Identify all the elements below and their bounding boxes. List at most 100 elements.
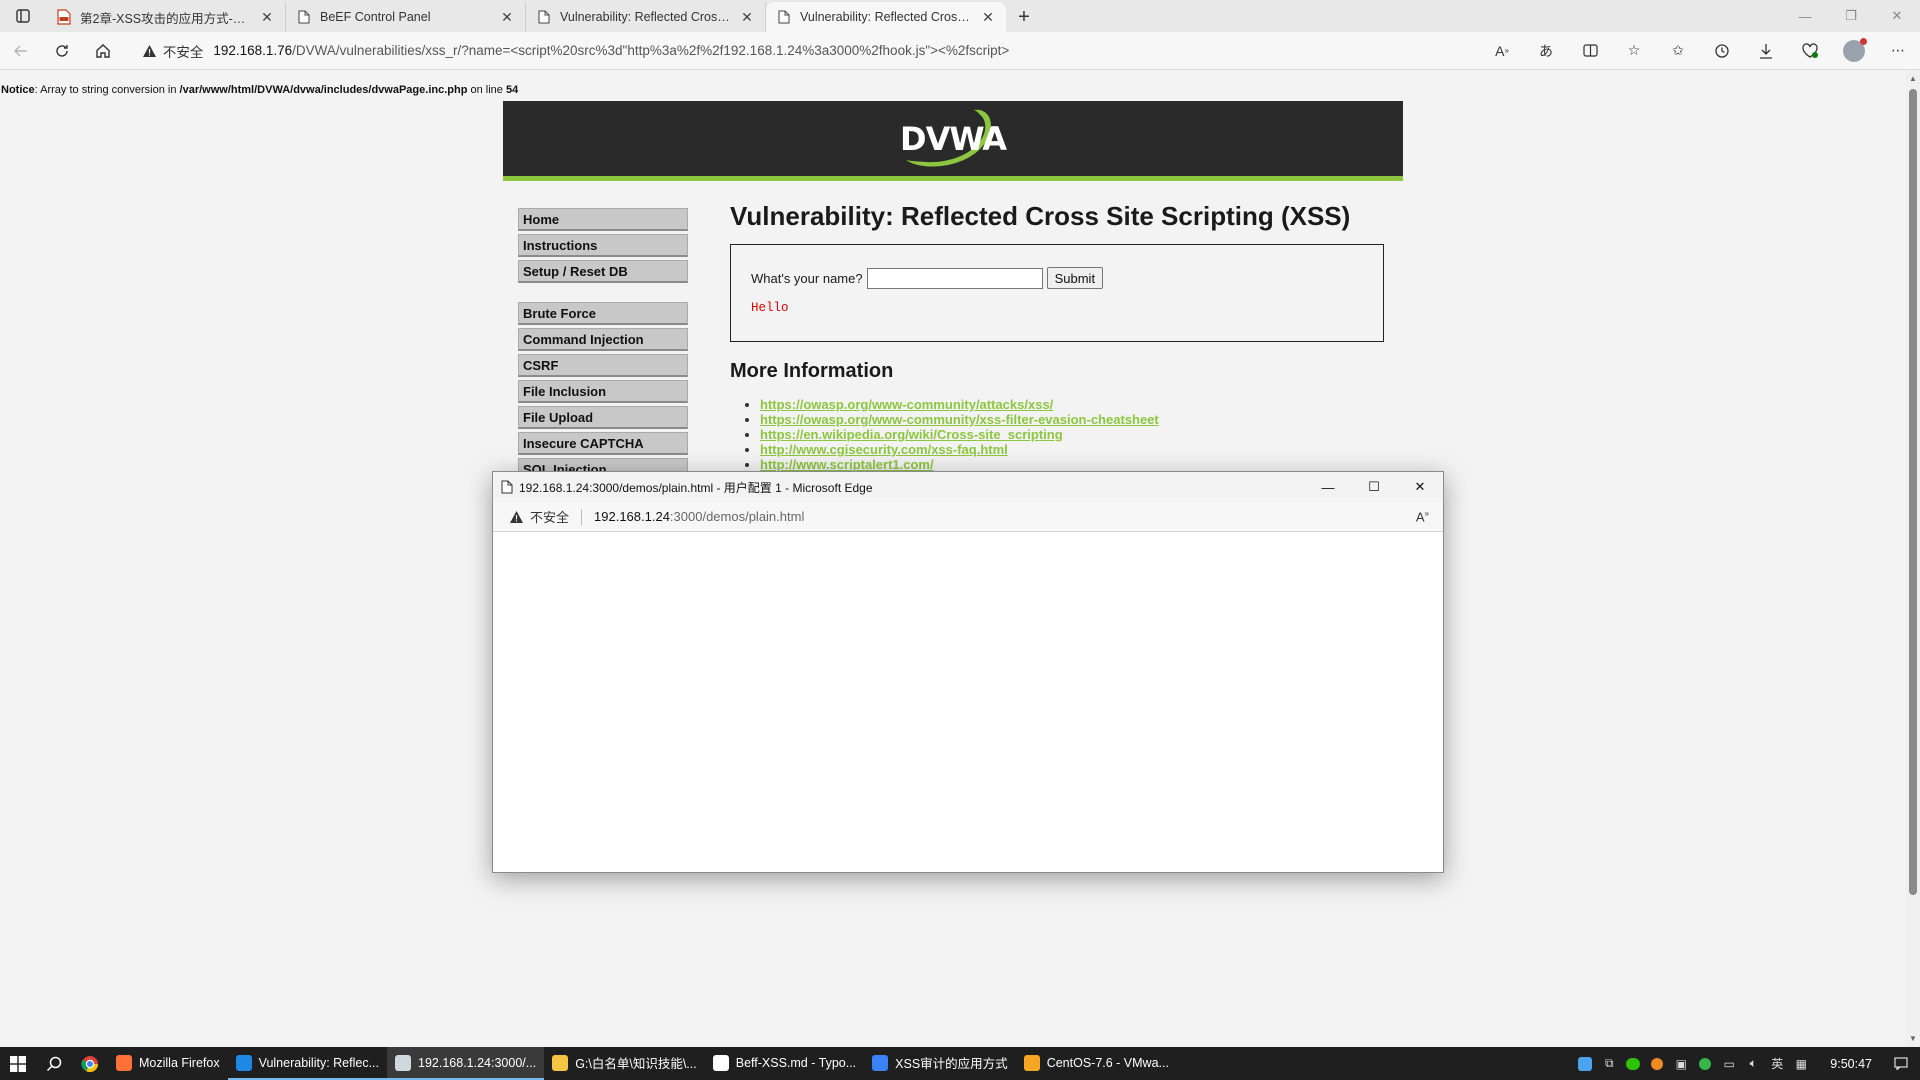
tab-close-icon[interactable]: ✕ xyxy=(980,9,996,25)
windows-logo-icon xyxy=(10,1055,26,1072)
volume-icon[interactable]: 🔈︎ xyxy=(1744,1055,1762,1073)
taskbar-app-icon xyxy=(1023,1054,1040,1071)
start-button[interactable] xyxy=(0,1047,36,1080)
more-info-link[interactable]: https://owasp.org/www-community/attacks/… xyxy=(760,397,1053,412)
browser-tab-4[interactable]: Vulnerability: Reflected Cross Site… ✕ xyxy=(766,2,1006,32)
security-indicator[interactable]: 不安全 xyxy=(142,41,214,61)
back-button[interactable] xyxy=(0,34,41,68)
clock[interactable]: 9:50:47 xyxy=(1816,1057,1886,1071)
taskbar-app-7[interactable]: CentOS-7.6 - VMwa... xyxy=(1016,1047,1177,1080)
page-icon xyxy=(776,9,792,25)
taskbar-app-1[interactable]: Mozilla Firefox xyxy=(108,1047,228,1080)
taskbar-app-3[interactable]: 192.168.1.24:3000/... xyxy=(387,1047,545,1080)
settings-more-icon[interactable]: ⋯ xyxy=(1876,34,1920,68)
taskbar-search-button[interactable] xyxy=(36,1047,72,1080)
minimize-icon[interactable]: — xyxy=(1782,0,1828,32)
browser-tab-2[interactable]: BeEF Control Panel ✕ xyxy=(286,2,526,32)
more-info-link[interactable]: https://owasp.org/www-community/xss-filt… xyxy=(760,412,1159,427)
tray-app-icon-2[interactable]: ⧉ xyxy=(1600,1055,1618,1073)
wechat-icon[interactable] xyxy=(1624,1055,1642,1073)
taskbar-app-6[interactable]: XSS审计的应用方式 xyxy=(864,1047,1016,1080)
notice-message: : Array to string conversion in xyxy=(34,84,180,96)
scroll-up-icon[interactable]: ▲ xyxy=(1909,74,1917,84)
pdf-icon xyxy=(56,9,72,25)
scrollbar-thumb[interactable] xyxy=(1909,89,1917,895)
favorites-icon[interactable]: ✩ xyxy=(1656,34,1700,68)
taskbar-app-label: Beff-XSS.md - Typo... xyxy=(735,1055,857,1070)
taskbar-app-2[interactable]: Vulnerability: Reflec... xyxy=(227,1047,388,1080)
tab-close-icon[interactable]: ✕ xyxy=(499,9,515,25)
popup-maximize-icon[interactable]: ☐ xyxy=(1351,472,1397,502)
split-screen-icon[interactable] xyxy=(1568,34,1612,68)
ime-indicator[interactable]: 英 xyxy=(1768,1055,1786,1073)
scroll-down-icon[interactable]: ▼ xyxy=(1909,1034,1917,1044)
menu-item-home[interactable]: Home xyxy=(518,208,688,231)
menu-item-command-injection[interactable]: Command Injection xyxy=(518,328,688,351)
url-host: 192.168.1.76 xyxy=(213,43,293,58)
name-form: What's your name? Submit xyxy=(751,267,1363,289)
tab-title: Vulnerability: Reflected Cross Site… xyxy=(560,10,731,24)
popup-page-content xyxy=(493,532,1443,872)
menu-item-csrf[interactable]: CSRF xyxy=(518,354,688,377)
menu-item-brute-force[interactable]: Brute Force xyxy=(518,302,688,325)
taskbar-app-icon xyxy=(712,1054,729,1071)
translate-icon[interactable]: あ xyxy=(1524,34,1568,68)
page-icon xyxy=(501,480,513,494)
more-info-link[interactable]: https://en.wikipedia.org/wiki/Cross-site… xyxy=(760,427,1063,442)
menu-item-instructions[interactable]: Instructions xyxy=(518,234,688,257)
menu-item-file-inclusion[interactable]: File Inclusion xyxy=(518,380,688,403)
address-bar[interactable]: 不安全 192.168.1.76/DVWA/vulnerabilities/xs… xyxy=(128,36,1480,66)
profile-avatar[interactable] xyxy=(1832,34,1876,68)
download-icon[interactable] xyxy=(1744,34,1788,68)
chrome-pinned-icon[interactable] xyxy=(72,1047,108,1080)
more-info-link[interactable]: http://www.scriptalert1.com/ xyxy=(760,457,934,472)
notice-path: /var/www/html/DVWA/dvwa/includes/dvwaPag… xyxy=(179,84,468,96)
submit-button[interactable]: Submit xyxy=(1046,267,1104,289)
name-input[interactable] xyxy=(866,267,1043,289)
dvwa-menu: Home Instructions Setup / Reset DB Brute F… xyxy=(518,208,688,484)
hello-output: Hello xyxy=(751,301,789,315)
read-aloud-icon[interactable]: A» xyxy=(1480,34,1524,68)
windows-taskbar: Mozilla Firefox Vulnerability: Reflec... 1… xyxy=(0,1047,1920,1080)
popup-close-icon[interactable]: ✕ xyxy=(1397,472,1443,502)
popup-address-bar[interactable]: 不安全 192.168.1.24:3000/demos/plain.html A… xyxy=(493,502,1443,532)
more-info-heading: More Information xyxy=(730,360,894,382)
tab-title: BeEF Control Panel xyxy=(320,10,431,24)
taskbar-app-4[interactable]: G:\白名单\知识技能\... xyxy=(544,1047,705,1080)
tab-title: Vulnerability: Reflected Cross Site… xyxy=(800,10,972,24)
list-item: https://owasp.org/www-community/xss-filt… xyxy=(760,412,1390,427)
ime-mode-icon[interactable]: ▦ xyxy=(1792,1055,1810,1073)
page-icon xyxy=(536,9,552,25)
warning-icon xyxy=(142,44,156,57)
tab-actions-icon[interactable] xyxy=(0,0,46,32)
refresh-button[interactable] xyxy=(41,34,82,68)
dvwa-header: DVWA xyxy=(503,101,1403,181)
close-window-icon[interactable]: ✕ xyxy=(1874,0,1920,32)
history-icon[interactable] xyxy=(1700,34,1744,68)
menu-item-setup-reset-db[interactable]: Setup / Reset DB xyxy=(518,260,688,283)
favorite-star-icon[interactable]: ☆ xyxy=(1612,34,1656,68)
tray-app-icon-4[interactable]: ▣ xyxy=(1672,1055,1690,1073)
restore-icon[interactable]: ❐ xyxy=(1828,0,1874,32)
popup-titlebar[interactable]: 192.168.1.24:3000/demos/plain.html - 用户配… xyxy=(493,472,1443,502)
page-scrollbar[interactable]: ▲ ▼ xyxy=(1906,71,1920,1047)
popup-read-aloud-icon[interactable]: A» xyxy=(1416,509,1429,524)
popup-minimize-icon[interactable]: — xyxy=(1305,472,1351,502)
tab-close-icon[interactable]: ✕ xyxy=(259,9,275,25)
taskbar-app-5[interactable]: Beff-XSS.md - Typo... xyxy=(705,1047,864,1080)
tab-close-icon[interactable]: ✕ xyxy=(739,9,755,25)
menu-item-file-upload[interactable]: File Upload xyxy=(518,406,688,429)
home-button[interactable] xyxy=(83,34,124,68)
menu-item-insecure-captcha[interactable]: Insecure CAPTCHA xyxy=(518,432,688,455)
tray-app-icon-1[interactable] xyxy=(1576,1055,1594,1073)
browser-tab-strip: 第2章-XSS攻击的应用方式-v18-… ✕ BeEF Control Panel ✕… xyxy=(0,0,1920,32)
network-icon[interactable]: ▭ xyxy=(1720,1055,1738,1073)
performance-icon[interactable] xyxy=(1788,34,1832,68)
tray-app-icon-5[interactable] xyxy=(1696,1055,1714,1073)
browser-tab-3[interactable]: Vulnerability: Reflected Cross Site… ✕ xyxy=(526,2,766,32)
tray-app-icon-3[interactable] xyxy=(1648,1055,1666,1073)
new-tab-button[interactable]: + xyxy=(1006,2,1042,32)
more-info-link[interactable]: http://www.cgisecurity.com/xss-faq.html xyxy=(760,442,1008,457)
notification-icon[interactable] xyxy=(1892,1055,1910,1073)
browser-tab-1[interactable]: 第2章-XSS攻击的应用方式-v18-… ✕ xyxy=(46,2,286,32)
